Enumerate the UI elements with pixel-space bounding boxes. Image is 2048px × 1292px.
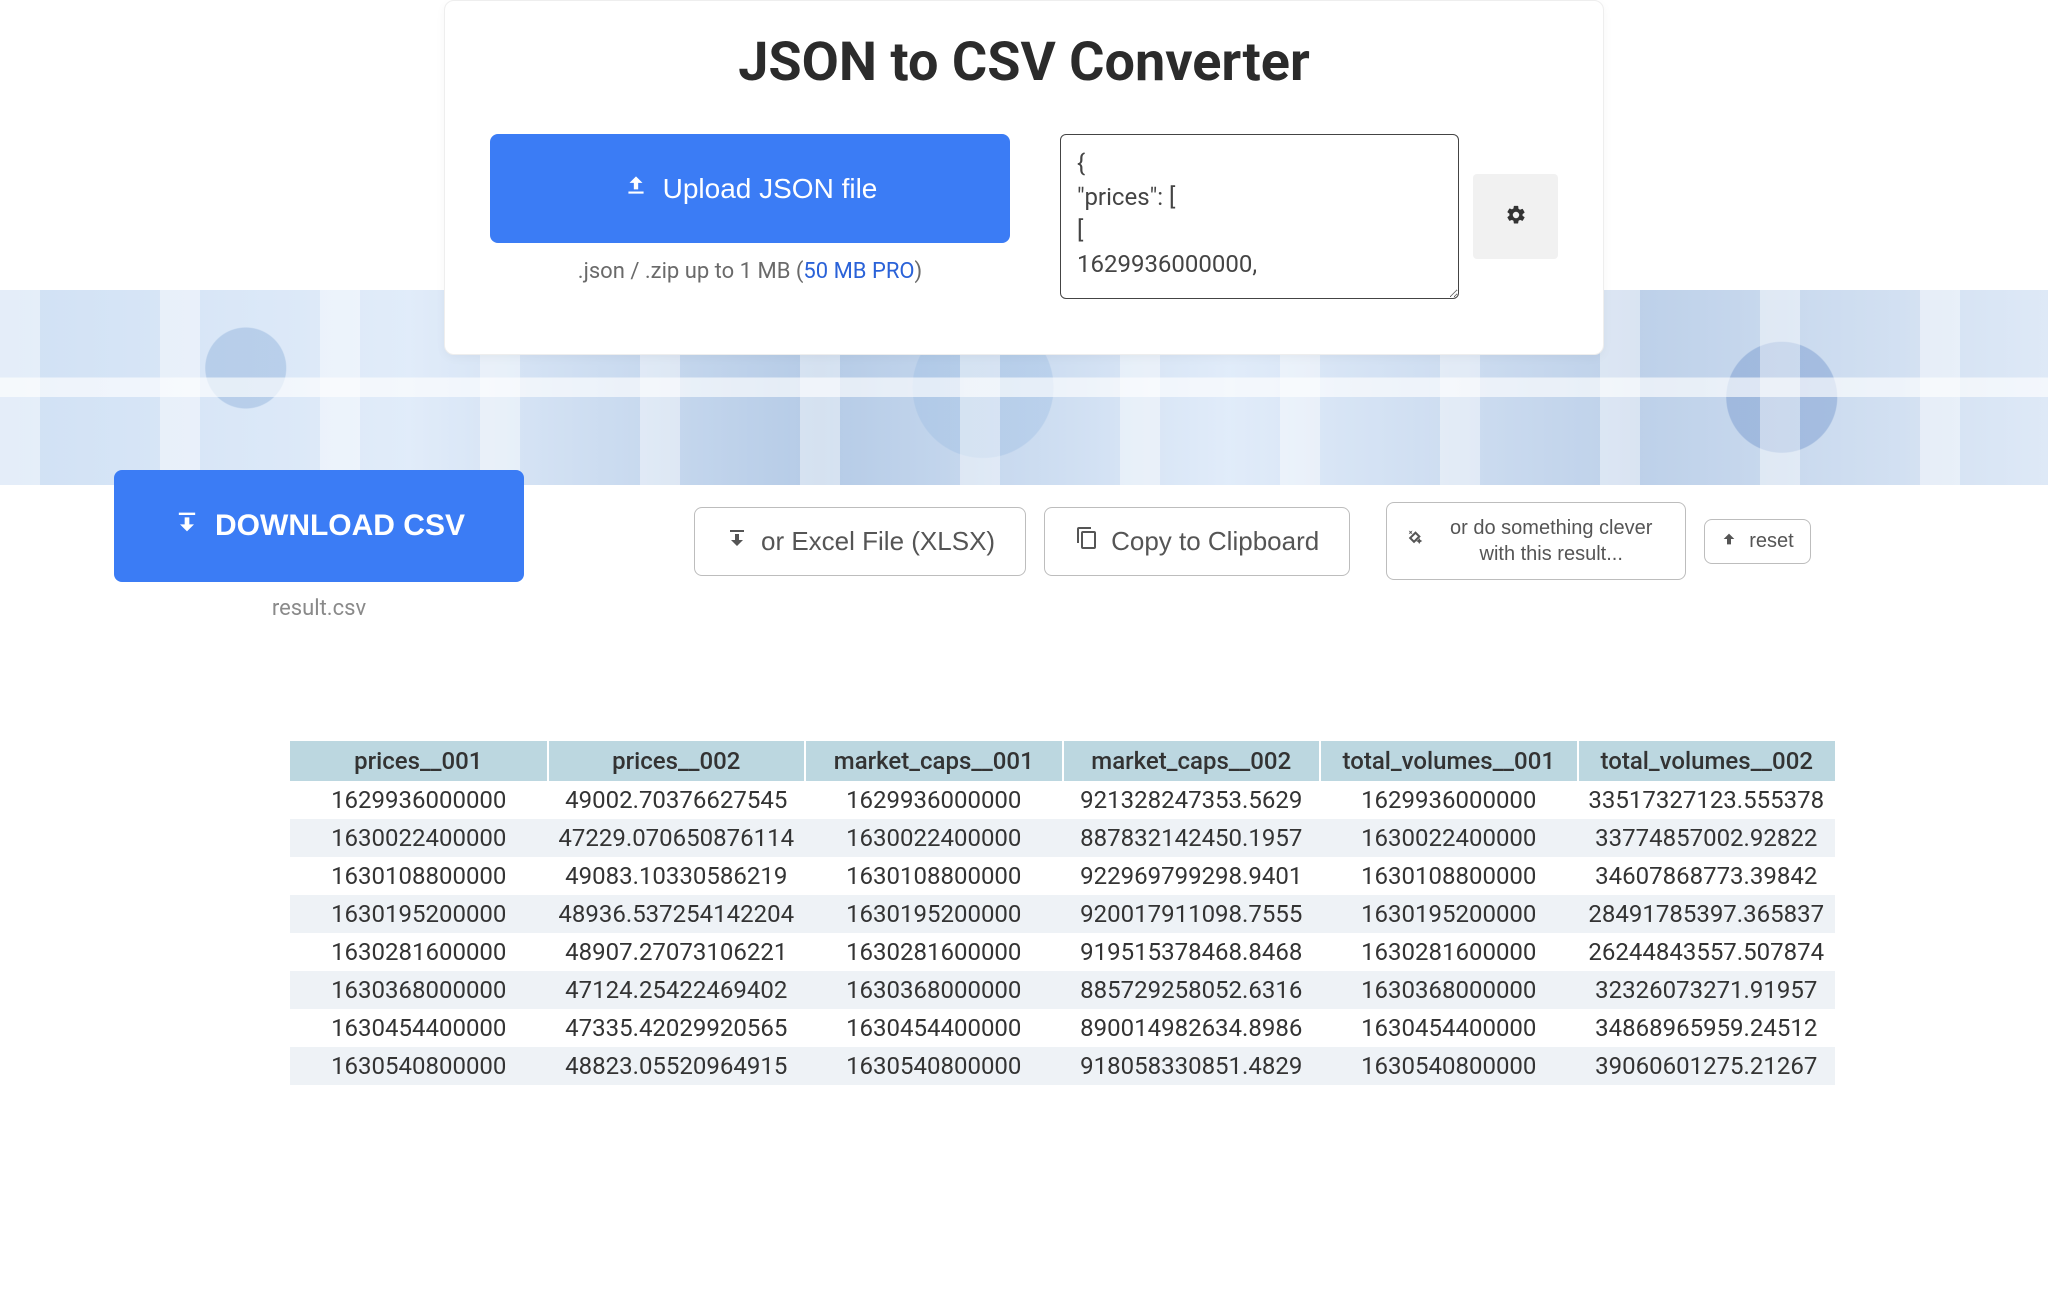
table-cell: 32326073271.91957 <box>1578 971 1836 1009</box>
table-cell: 34607868773.39842 <box>1578 857 1836 895</box>
page-title: JSON to CSV Converter <box>490 31 1558 94</box>
table-cell: 33517327123.555378 <box>1578 781 1836 819</box>
magic-wand-icon <box>1405 528 1423 554</box>
table-row: 163010880000049083.103305862191630108800… <box>290 857 1835 895</box>
table-cell: 1630108800000 <box>805 857 1063 895</box>
download-column: DOWNLOAD CSV result.csv <box>114 470 524 621</box>
table-cell: 1629936000000 <box>1320 781 1578 819</box>
download-csv-button[interactable]: DOWNLOAD CSV <box>114 470 524 582</box>
table-cell: 1630022400000 <box>805 819 1063 857</box>
pro-link[interactable]: 50 MB PRO <box>803 259 914 284</box>
table-cell: 48907.27073106221 <box>548 933 806 971</box>
excel-export-button[interactable]: or Excel File (XLSX) <box>694 507 1026 576</box>
table-cell: 1630540800000 <box>1320 1047 1578 1085</box>
table-cell: 1629936000000 <box>290 781 548 819</box>
input-row: Upload JSON file .json / .zip up to 1 MB… <box>490 134 1558 299</box>
table-cell: 885729258052.6316 <box>1063 971 1321 1009</box>
table-cell: 1630108800000 <box>1320 857 1578 895</box>
gear-icon <box>1505 204 1527 229</box>
excel-button-label: or Excel File (XLSX) <box>761 526 995 557</box>
table-cell: 921328247353.5629 <box>1063 781 1321 819</box>
upload-hint-prefix: .json / .zip up to 1 MB ( <box>578 259 804 284</box>
table-cell: 49083.10330586219 <box>548 857 806 895</box>
table-cell: 890014982634.8986 <box>1063 1009 1321 1047</box>
reset-button[interactable]: reset <box>1704 519 1810 564</box>
table-cell: 26244843557.507874 <box>1578 933 1836 971</box>
upload-hint: .json / .zip up to 1 MB (50 MB PRO) <box>490 259 1010 284</box>
clever-action-button[interactable]: or do something clever with this result.… <box>1386 502 1686 580</box>
upload-json-button[interactable]: Upload JSON file <box>490 134 1010 243</box>
table-cell: 28491785397.365837 <box>1578 895 1836 933</box>
table-cell: 1630195200000 <box>290 895 548 933</box>
settings-button[interactable] <box>1473 174 1558 259</box>
table-cell: 918058330851.4829 <box>1063 1047 1321 1085</box>
table-cell: 1629936000000 <box>805 781 1063 819</box>
table-header: total_volumes__002 <box>1578 741 1836 781</box>
table-cell: 1630022400000 <box>290 819 548 857</box>
table-cell: 922969799298.9401 <box>1063 857 1321 895</box>
converter-card: JSON to CSV Converter Upload JSON file .… <box>444 0 1604 355</box>
table-cell: 1630022400000 <box>1320 819 1578 857</box>
table-cell: 1630281600000 <box>290 933 548 971</box>
table-header: market_caps__001 <box>805 741 1063 781</box>
download-icon <box>725 526 749 557</box>
table-row: 163002240000047229.070650876114163002240… <box>290 819 1835 857</box>
table-row: 163028160000048907.270731062211630281600… <box>290 933 1835 971</box>
table-cell: 1630368000000 <box>805 971 1063 1009</box>
copy-clipboard-button[interactable]: Copy to Clipboard <box>1044 507 1350 576</box>
actions-row: DOWNLOAD CSV result.csv or Excel File (X… <box>114 470 1934 621</box>
table-header: market_caps__002 <box>1063 741 1321 781</box>
upload-column: Upload JSON file .json / .zip up to 1 MB… <box>490 134 1010 284</box>
table-cell: 47229.070650876114 <box>548 819 806 857</box>
table-header: prices__001 <box>290 741 548 781</box>
table-cell: 920017911098.7555 <box>1063 895 1321 933</box>
reset-button-label: reset <box>1749 530 1793 553</box>
download-icon <box>173 508 201 544</box>
table-cell: 48823.05520964915 <box>548 1047 806 1085</box>
table-cell: 919515378468.8468 <box>1063 933 1321 971</box>
table-cell: 47335.42029920565 <box>548 1009 806 1047</box>
table-cell: 1630281600000 <box>1320 933 1578 971</box>
table-cell: 1630195200000 <box>805 895 1063 933</box>
table-header: prices__002 <box>548 741 806 781</box>
result-table-wrap: prices__001prices__002market_caps__001ma… <box>290 741 1835 1085</box>
clipboard-icon <box>1075 526 1099 557</box>
table-cell: 1630108800000 <box>290 857 548 895</box>
download-button-label: DOWNLOAD CSV <box>215 509 465 543</box>
table-row: 163045440000047335.420299205651630454400… <box>290 1009 1835 1047</box>
table-header: total_volumes__001 <box>1320 741 1578 781</box>
table-cell: 1630195200000 <box>1320 895 1578 933</box>
table-cell: 39060601275.21267 <box>1578 1047 1836 1085</box>
clipboard-button-label: Copy to Clipboard <box>1111 526 1319 557</box>
arrow-up-icon <box>1721 530 1737 553</box>
clever-button-label: or do something clever with this result.… <box>1435 515 1667 567</box>
table-cell: 1630454400000 <box>290 1009 548 1047</box>
table-cell: 48936.537254142204 <box>548 895 806 933</box>
table-cell: 1630540800000 <box>805 1047 1063 1085</box>
upload-icon <box>623 172 649 205</box>
table-cell: 49002.70376627545 <box>548 781 806 819</box>
table-cell: 1630540800000 <box>290 1047 548 1085</box>
json-column <box>1060 134 1558 299</box>
table-row: 162993600000049002.703766275451629936000… <box>290 781 1835 819</box>
secondary-actions: or Excel File (XLSX) Copy to Clipboard o… <box>694 502 1811 580</box>
table-cell: 887832142450.1957 <box>1063 819 1321 857</box>
table-cell: 1630368000000 <box>1320 971 1578 1009</box>
table-row: 163054080000048823.055209649151630540800… <box>290 1047 1835 1085</box>
table-cell: 1630454400000 <box>805 1009 1063 1047</box>
table-row: 163019520000048936.537254142204163019520… <box>290 895 1835 933</box>
table-cell: 1630281600000 <box>805 933 1063 971</box>
result-table: prices__001prices__002market_caps__001ma… <box>290 741 1835 1085</box>
upload-button-label: Upload JSON file <box>663 173 878 205</box>
upload-hint-suffix: ) <box>915 259 923 284</box>
table-row: 163036800000047124.254224694021630368000… <box>290 971 1835 1009</box>
table-cell: 1630454400000 <box>1320 1009 1578 1047</box>
json-textarea[interactable] <box>1060 134 1459 299</box>
table-cell: 1630368000000 <box>290 971 548 1009</box>
table-cell: 33774857002.92822 <box>1578 819 1836 857</box>
table-cell: 34868965959.24512 <box>1578 1009 1836 1047</box>
result-filename: result.csv <box>114 596 524 621</box>
table-cell: 47124.25422469402 <box>548 971 806 1009</box>
